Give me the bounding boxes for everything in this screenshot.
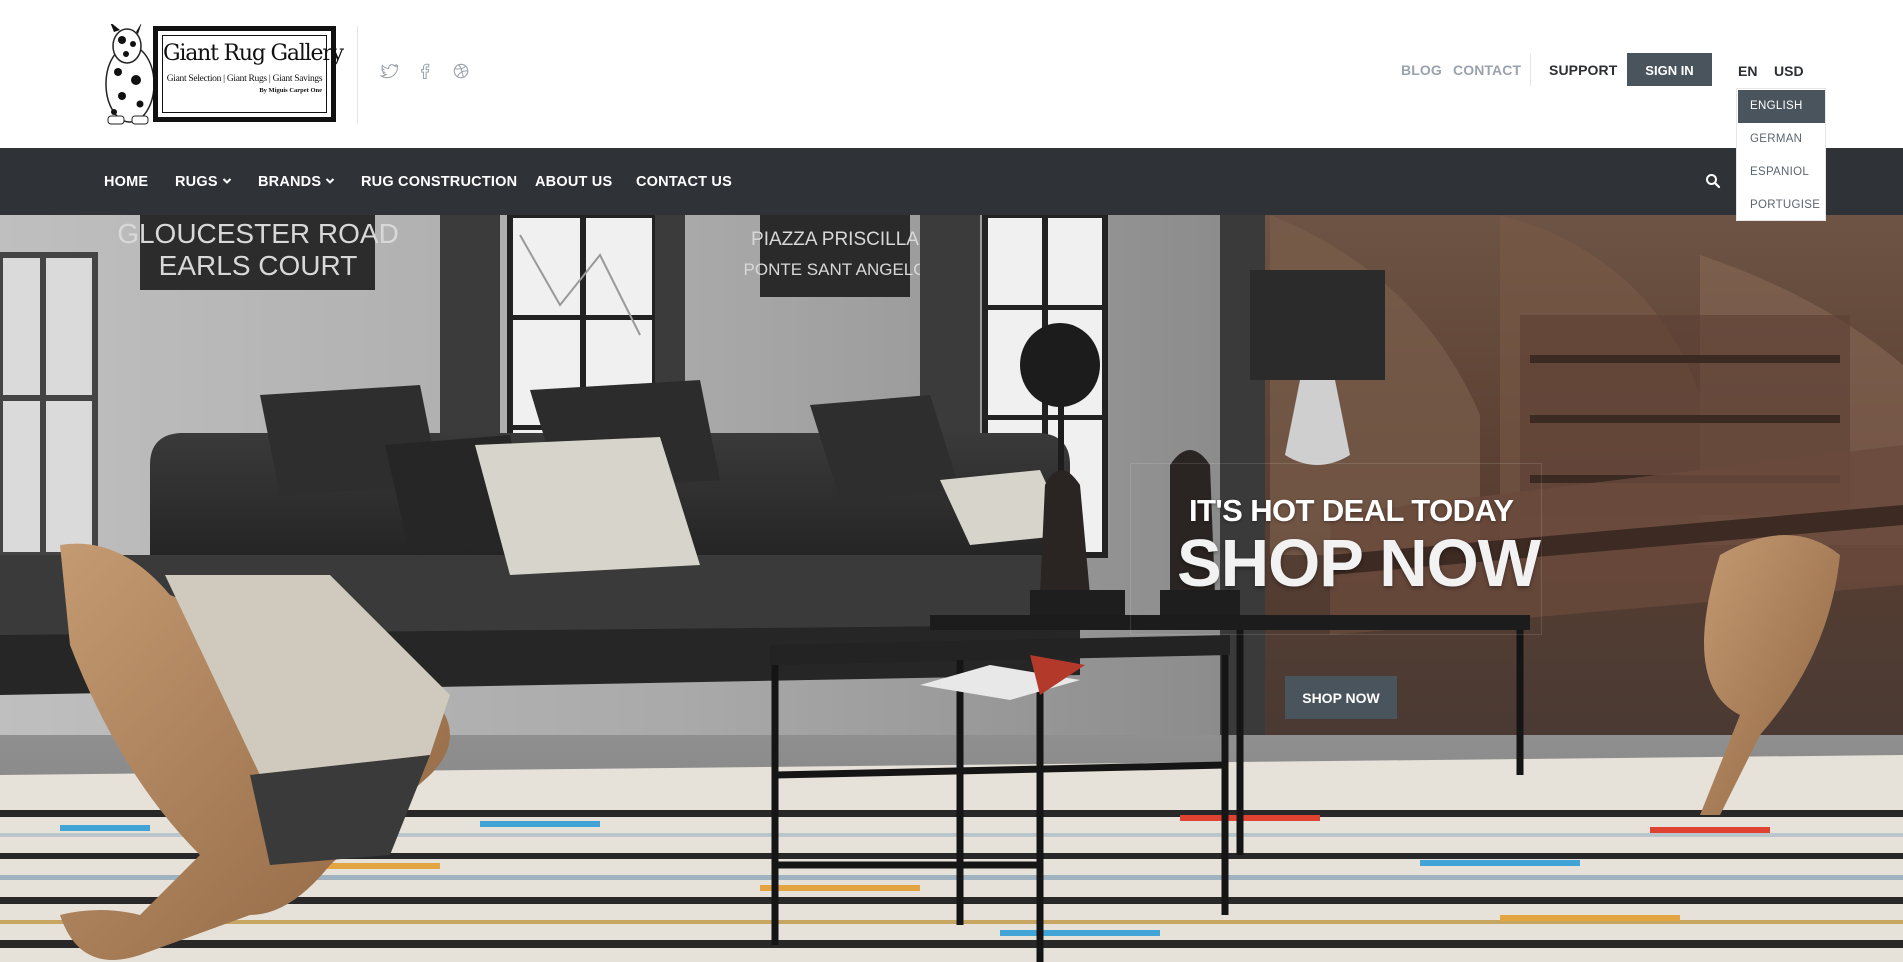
search-icon[interactable] xyxy=(1705,173,1721,189)
chevron-down-icon xyxy=(222,178,231,184)
dog-mascot-icon xyxy=(105,24,155,125)
wall-sign-right-line2: PONTE SANT ANGELO xyxy=(744,260,927,279)
language-dropdown: ENGLISH GERMAN ESPANIOL PORTUGISE xyxy=(1736,88,1826,221)
twitter-icon[interactable] xyxy=(379,62,401,80)
nav-item-label: ABOUT US xyxy=(535,174,613,190)
hero-banner: GLOUCESTER ROAD EARLS COURT PIAZZA PRISC… xyxy=(0,215,1903,962)
hero-background-image: GLOUCESTER ROAD EARLS COURT PIAZZA PRISC… xyxy=(0,215,1903,962)
wall-sign-right-line1: PIAZZA PRISCILLA xyxy=(751,229,919,250)
nav-item-label: RUGS xyxy=(175,174,218,190)
top-header: Giant Rug Gallery Giant Selection | Gian… xyxy=(0,0,1903,148)
facebook-icon[interactable] xyxy=(416,62,434,80)
logo-title: Giant Rug Gallery xyxy=(163,41,344,66)
nav-item-contact-us[interactable]: CONTACT US xyxy=(636,174,732,190)
nav-item-label: BRANDS xyxy=(258,174,322,190)
language-selector[interactable]: EN xyxy=(1738,63,1757,79)
social-links xyxy=(379,62,470,80)
logo-tagline: Giant Selection | Giant Rugs | Giant Sav… xyxy=(166,74,323,84)
contact-link[interactable]: CONTACT xyxy=(1453,62,1521,78)
logo-byline: By Miguis Carpet One xyxy=(259,87,322,94)
logo-frame: Giant Rug Gallery Giant Selection | Gian… xyxy=(153,26,344,122)
wall-sign-left-line2: EARLS COURT xyxy=(159,250,358,281)
links-divider xyxy=(1530,54,1531,86)
site-logo[interactable]: Giant Rug Gallery Giant Selection | Gian… xyxy=(100,24,344,126)
blog-link[interactable]: BLOG xyxy=(1401,62,1442,78)
sign-in-button[interactable]: SIGN IN xyxy=(1627,53,1712,86)
header-divider xyxy=(357,26,358,124)
language-option-espaniol[interactable]: ESPANIOL xyxy=(1737,156,1825,189)
nav-item-rugs[interactable]: RUGS xyxy=(175,174,232,190)
nav-item-label: CONTACT US xyxy=(636,174,732,190)
nav-item-label: RUG CONSTRUCTION xyxy=(361,174,518,190)
nav-item-brands[interactable]: BRANDS xyxy=(258,174,335,190)
nav-item-label: HOME xyxy=(104,174,149,190)
language-option-german[interactable]: GERMAN xyxy=(1737,123,1825,156)
hero-title: SHOP NOW xyxy=(1177,526,1541,601)
wall-sign-left-line1: GLOUCESTER ROAD xyxy=(117,218,399,249)
chevron-down-icon xyxy=(326,178,335,184)
shop-now-button[interactable]: SHOP NOW xyxy=(1285,676,1397,719)
support-link[interactable]: SUPPORT xyxy=(1549,62,1617,78)
currency-selector[interactable]: USD xyxy=(1774,63,1804,79)
language-option-portugise[interactable]: PORTUGISE xyxy=(1737,189,1825,222)
logo-inner: Giant Rug Gallery Giant Selection | Gian… xyxy=(162,35,344,113)
hero-subtitle: IT'S HOT DEAL TODAY xyxy=(1189,493,1514,528)
nav-item-home[interactable]: HOME xyxy=(104,174,148,190)
dribbble-icon[interactable] xyxy=(452,62,470,80)
nav-item-about-us[interactable]: ABOUT US xyxy=(535,174,612,190)
language-option-english[interactable]: ENGLISH xyxy=(1738,90,1825,123)
main-nav: HOME RUGS BRANDS RUG CONSTRUCTION ABOUT … xyxy=(0,148,1903,215)
nav-item-rug-construction[interactable]: RUG CONSTRUCTION xyxy=(361,174,517,190)
